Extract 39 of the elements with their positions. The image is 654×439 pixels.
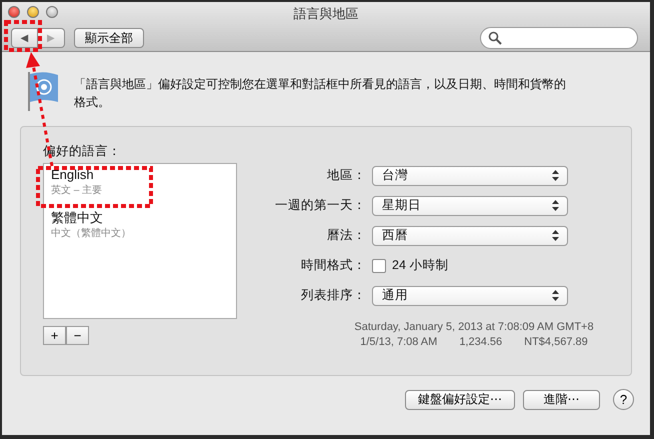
language-detail: 英文 – 主要 xyxy=(51,184,104,197)
format-sample-text: 1/5/13, 7:08 AM xyxy=(360,335,438,350)
description-text: 「語言與地區」偏好設定可控制您在選單和對話框中所看見的語言，以及日期、時間和貨幣的格式。 xyxy=(74,76,567,111)
zoom-icon[interactable] xyxy=(46,6,58,18)
popup-menu[interactable]: 西曆 xyxy=(372,226,568,246)
help-button[interactable]: ? xyxy=(613,389,634,410)
flag-icon xyxy=(26,70,60,112)
remove-button[interactable]: − xyxy=(66,326,89,345)
popup-menu[interactable]: 台灣 xyxy=(372,166,568,186)
checkbox[interactable] xyxy=(372,258,386,272)
setting-label: 列表排序： xyxy=(300,287,367,304)
stepper-arrows-icon xyxy=(552,230,559,241)
keyboard-preferences-button[interactable]: 鍵盤偏好設定⋯ xyxy=(405,390,515,410)
show-all-button[interactable]: 顯示全部 xyxy=(74,28,144,48)
language-name[interactable]: 繁體中文 xyxy=(51,210,103,226)
setting-label: 時間格式： xyxy=(300,257,367,274)
date-sample-text: Saturday, January 5, 2013 at 7:08:09 AM GMT+8 xyxy=(353,320,595,335)
setting-label: 一週的第一天： xyxy=(274,197,367,214)
setting-label: 曆法： xyxy=(326,227,367,244)
setting-label: 地區： xyxy=(326,167,367,184)
popup-menu[interactable]: 星期日 xyxy=(372,196,568,216)
stepper-arrows-icon xyxy=(552,290,559,301)
language-detail: 中文（繁體中文） xyxy=(51,226,132,240)
checkbox-label: 24 小時制 xyxy=(392,257,448,274)
back-button[interactable]: ◀ xyxy=(11,28,38,48)
annotation-box xyxy=(4,20,42,52)
popup-menu[interactable]: 通用 xyxy=(372,286,568,306)
search-field[interactable] xyxy=(480,27,638,49)
advanced-button[interactable]: 進階⋯ xyxy=(523,390,600,410)
format-sample-text: NT$4,567.89 xyxy=(524,335,588,350)
stepper-arrows-icon xyxy=(552,200,559,211)
minimize-icon[interactable] xyxy=(27,6,39,18)
format-sample-text: 1,234.56 xyxy=(459,335,502,350)
close-icon[interactable] xyxy=(8,6,20,18)
window-title: 語言與地區 xyxy=(294,5,358,23)
search-icon xyxy=(488,31,502,45)
stepper-arrows-icon xyxy=(552,170,559,181)
language-name[interactable]: English xyxy=(51,167,94,183)
add-button[interactable]: + xyxy=(43,326,66,345)
